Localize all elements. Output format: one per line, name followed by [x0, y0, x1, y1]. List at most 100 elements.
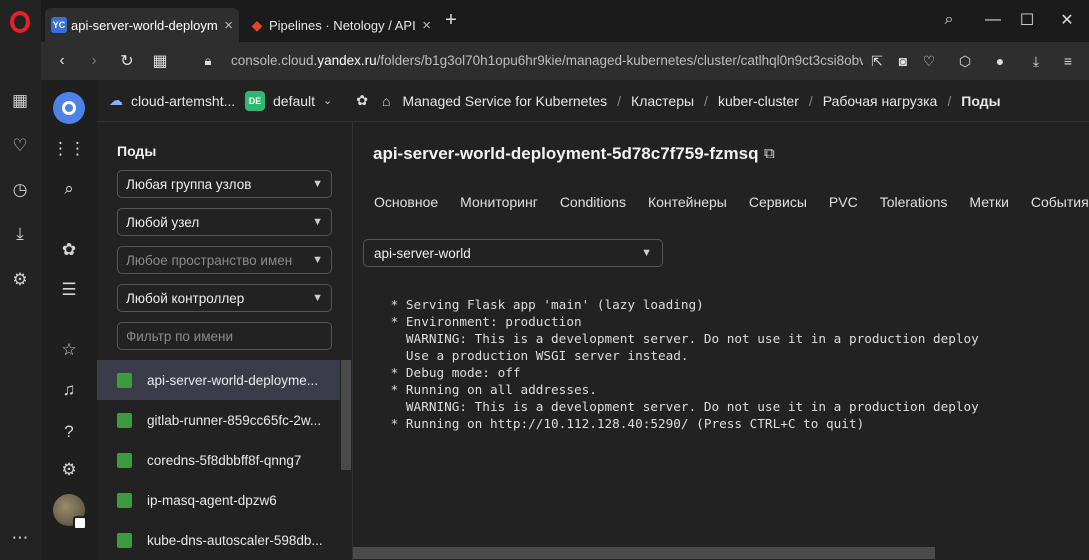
list-item[interactable]: kube-dns-autoscaler-598db...	[97, 520, 340, 560]
new-tab-button[interactable]: +	[437, 8, 465, 32]
tab-overview[interactable]: Основное	[363, 194, 449, 210]
camera-icon[interactable]: ◙	[893, 51, 913, 71]
downloads-icon[interactable]: ⤓	[10, 224, 30, 244]
breadcrumb-item-cluster[interactable]: kuber-cluster	[718, 93, 799, 109]
breadcrumb-item-workload[interactable]: Рабочая нагрузка	[823, 93, 938, 109]
tab-conditions[interactable]: Conditions	[549, 194, 637, 210]
heart-icon[interactable]: ♡	[10, 136, 30, 156]
breadcrumb-separator: /	[947, 92, 952, 109]
reload-icon[interactable]: ↻	[116, 50, 138, 72]
tab-labels[interactable]: Метки	[958, 194, 1020, 210]
breadcrumb: ☁ cloud-artemsht... DE default ⌄ ✿ ⌂ Man…	[97, 80, 1089, 122]
log-line: * Running on all addresses.	[383, 382, 597, 397]
tab-containers[interactable]: Контейнеры	[637, 194, 738, 210]
node-group-select[interactable]: Любая группа узлов ▼	[117, 170, 332, 198]
node-select[interactable]: Любой узел ▼	[117, 208, 332, 236]
panel-title: Поды	[117, 143, 157, 159]
breadcrumb-item-pods: Поды	[961, 92, 1001, 109]
status-ok-icon	[117, 372, 132, 388]
log-line: WARNING: This is a development server. D…	[383, 399, 979, 414]
log-line: WARNING: This is a development server. D…	[383, 331, 979, 346]
yandex-cloud-console: ⋮⋮ ⌕ ✿ ☰ ☆ ♫ ? ⚙ ☁ cloud-artemsht... DE …	[41, 80, 1089, 560]
chevron-down-icon[interactable]: ⌄	[323, 94, 332, 107]
container-select[interactable]: api-server-world ▼	[363, 239, 663, 267]
copy-icon[interactable]: ⧉	[764, 145, 775, 162]
url-field[interactable]: console.cloud.yandex.ru/folders/b1g3ol70…	[231, 53, 863, 71]
back-icon[interactable]: ‹	[51, 50, 73, 72]
chevron-down-icon: ▼	[312, 254, 323, 266]
more-dots-icon[interactable]: ⋯	[10, 528, 30, 548]
folder-selector[interactable]: default	[273, 93, 315, 109]
download-icon[interactable]: ⤓	[1026, 51, 1046, 71]
speed-dial-icon[interactable]: ▦	[10, 91, 30, 111]
history-clock-icon[interactable]: ◷	[10, 180, 30, 200]
extensions-cube-icon[interactable]: ⬡	[955, 51, 975, 71]
pod-list-scrollbar[interactable]	[341, 360, 351, 470]
close-tab-icon[interactable]: ×	[218, 17, 233, 34]
tabs-grid-icon[interactable]: ▦	[149, 50, 171, 72]
maximize-icon[interactable]: ☐	[1013, 8, 1041, 32]
status-ok-icon	[117, 412, 132, 428]
chevron-down-icon: ▼	[312, 216, 323, 228]
namespace-select[interactable]: Любое пространство имен ▼	[117, 246, 332, 274]
opera-logo-icon[interactable]	[10, 11, 30, 33]
folder-badge: DE	[245, 90, 265, 111]
log-line: * Debug mode: off	[383, 365, 521, 380]
log-line: * Environment: production	[383, 314, 582, 329]
breadcrumb-item-service[interactable]: Managed Service for Kubernetes	[402, 93, 607, 109]
log-line: * Serving Flask app 'main' (lazy loading…	[383, 297, 704, 312]
help-icon[interactable]: ?	[57, 420, 81, 444]
list-item[interactable]: coredns-5f8dbbff8f-qnng7	[97, 440, 340, 480]
horizontal-scrollbar[interactable]	[353, 547, 935, 559]
tab-gitlab-pipelines[interactable]: ◆ Pipelines · Netology / API S ×	[243, 8, 437, 42]
address-bar: ‹ › ↻ ▦ 🔒︎ console.cloud.yandex.ru/folde…	[41, 42, 1089, 80]
menu-icon[interactable]: ≡	[1058, 51, 1078, 71]
breadcrumb-item-clusters[interactable]: Кластеры	[631, 93, 694, 109]
kubernetes-service-icon[interactable]: ✿	[57, 238, 81, 262]
lock-icon: 🔒︎	[204, 53, 212, 68]
pod-details: api-server-world-deployment-5d78c7f759-f…	[353, 122, 1089, 560]
home-icon[interactable]: ⌂	[382, 93, 390, 109]
minimize-icon[interactable]: —	[979, 8, 1007, 32]
tab-label: Pipelines · Netology / API S	[269, 17, 417, 33]
star-icon[interactable]: ☆	[57, 338, 81, 362]
chevron-down-icon: ▼	[641, 247, 652, 259]
tab-events[interactable]: События	[1020, 194, 1089, 210]
list-item[interactable]: ip-masq-agent-dpzw6	[97, 480, 340, 520]
controller-select[interactable]: Любой контроллер ▼	[117, 284, 332, 312]
tab-tolerations[interactable]: Tolerations	[869, 194, 959, 210]
notifications-bell-icon[interactable]: ♫	[57, 378, 81, 402]
tab-strip: YC api-server-world-deployme × ◆ Pipelin…	[41, 0, 1089, 42]
close-window-icon[interactable]: ✕	[1053, 8, 1081, 32]
profile-icon[interactable]: ●	[990, 51, 1010, 71]
page-title: api-server-world-deployment-5d78c7f759-f…	[373, 144, 759, 163]
list-item[interactable]: api-server-world-deployme...	[97, 360, 340, 400]
tab-monitoring[interactable]: Мониторинг	[449, 194, 549, 210]
tab-services[interactable]: Сервисы	[738, 194, 818, 210]
forward-icon[interactable]: ›	[83, 50, 105, 72]
pod-list: api-server-world-deployme... gitlab-runn…	[97, 360, 340, 560]
list-item[interactable]: gitlab-runner-859cc65fc-2w...	[97, 400, 340, 440]
settings-gear-icon[interactable]: ⚙	[10, 270, 30, 290]
chevron-down-icon: ▼	[312, 292, 323, 304]
share-icon[interactable]: ⇱	[867, 51, 887, 71]
tab-yandex-console[interactable]: YC api-server-world-deployme ×	[45, 8, 239, 42]
tab-label: api-server-world-deployme	[71, 17, 219, 33]
kubernetes-service-icon[interactable]: ✿	[356, 92, 368, 109]
console-nav-rail: ⋮⋮ ⌕ ✿ ☰ ☆ ♫ ? ⚙	[41, 80, 97, 560]
settings-icon[interactable]: ⚙	[57, 458, 81, 482]
log-output: * Serving Flask app 'main' (lazy loading…	[383, 296, 1089, 496]
cloud-name[interactable]: cloud-artemsht...	[131, 93, 237, 109]
url-domain: yandex.ru	[317, 53, 377, 68]
breadcrumb-separator: /	[808, 92, 813, 109]
search-icon[interactable]: ⌕	[57, 177, 81, 201]
bookmark-heart-icon[interactable]: ♡	[919, 51, 939, 71]
yandex-cloud-logo-icon[interactable]	[53, 92, 85, 124]
search-tabs-icon[interactable]: ⌕	[935, 8, 963, 32]
all-services-icon[interactable]: ⋮⋮	[52, 137, 86, 161]
checklist-icon[interactable]: ☰	[57, 278, 81, 302]
opera-sidebar: ▦ ♡ ◷ ⤓ ⚙ ⋯	[0, 0, 41, 560]
tab-pvc[interactable]: PVC	[818, 194, 869, 210]
close-tab-icon[interactable]: ×	[416, 17, 431, 34]
name-filter-input[interactable]: Фильтр по имени	[117, 322, 332, 350]
